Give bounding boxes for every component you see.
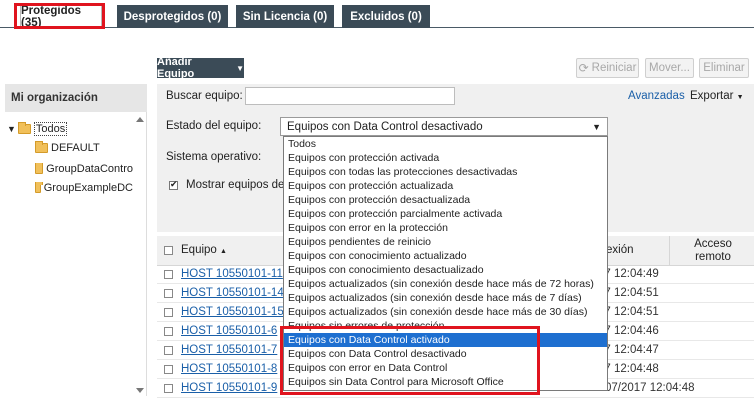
row-checkbox[interactable] [164, 270, 173, 279]
row-checkbox[interactable] [164, 346, 173, 355]
tab-protegidos[interactable]: Protegidos (35) [20, 5, 102, 29]
delete-button[interactable]: Eliminar [699, 58, 749, 78]
dropdown-option[interactable]: Equipos con todas las protecciones desac… [284, 165, 607, 179]
row-checkbox[interactable] [164, 384, 173, 393]
tree-item-default[interactable]: DEFAULT [35, 141, 100, 154]
tab-desprotegidos[interactable]: Desprotegidos (0) [117, 5, 228, 28]
scroll-down-icon[interactable] [136, 388, 144, 393]
dropdown-option[interactable]: Equipos actualizados (sin conexión desde… [284, 305, 607, 319]
tree-item-groupexampledc[interactable]: GroupExampleDC [35, 182, 133, 194]
tree-item-groupdatacontrol[interactable]: GroupDataContro [35, 163, 133, 175]
dropdown-option[interactable]: Equipos con protección parcialmente acti… [284, 207, 607, 221]
column-equipo[interactable]: Equipo ▲ [181, 244, 227, 256]
dropdown-option[interactable]: Equipos con protección actualizada [284, 179, 607, 193]
tree-item-label[interactable]: DEFAULT [51, 142, 100, 154]
row-host-link[interactable]: HOST 10550101-14 [181, 287, 284, 299]
row-checkbox[interactable] [164, 289, 173, 298]
dropdown-option[interactable]: Equipos sin errores de protección [284, 319, 607, 333]
row-host-link[interactable]: HOST 10550101-11 [181, 268, 283, 280]
organization-tree [5, 112, 147, 396]
column-divider [669, 236, 670, 266]
os-label: Sistema operativo: [166, 151, 262, 163]
dropdown-option[interactable]: Equipos con Data Control desactivado [284, 347, 607, 361]
tab-excluidos[interactable]: Excluidos (0) [342, 5, 430, 28]
dropdown-option-highlighted[interactable]: Equipos con Data Control activado [284, 333, 607, 347]
collapse-triangle-icon[interactable]: ▼ [7, 124, 16, 134]
row-host-link[interactable]: HOST 10550101-15 [181, 306, 284, 318]
select-all-checkbox[interactable] [164, 246, 173, 255]
tab-sin-licencia[interactable]: Sin Licencia (0) [236, 5, 334, 28]
dropdown-option[interactable]: Equipos con conocimiento desactualizado [284, 263, 607, 277]
row-checkbox[interactable] [164, 308, 173, 317]
state-label: Estado del equipo: [166, 120, 262, 132]
dropdown-option[interactable]: Equipos con error en Data Control [284, 361, 607, 375]
row-host-link[interactable]: HOST 10550101-8 [181, 363, 277, 375]
dropdown-option[interactable]: Todos [284, 137, 607, 151]
tree-root-label[interactable]: Todos [33, 122, 68, 136]
organization-header: Mi organización [5, 84, 147, 112]
caret-down-icon: ▼ [736, 94, 744, 101]
column-acceso-line2: remoto [695, 251, 731, 263]
caret-down-icon: ▼ [236, 63, 244, 73]
export-label: Exportar [690, 90, 734, 102]
state-dropdown-list[interactable]: Todos Equipos con protección activada Eq… [283, 136, 608, 391]
restart-label: Reiniciar [591, 62, 637, 74]
column-equipo-label: Equipo [181, 244, 217, 256]
restart-button[interactable]: ⟳ Reiniciar [576, 58, 639, 78]
tab-bar: Protegidos (35) Desprotegidos (0) Sin Li… [0, 0, 754, 32]
state-select[interactable]: Equipos con Data Control desactivado ▼ [280, 117, 608, 136]
dropdown-option[interactable]: Equipos actualizados (sin conexión desde… [284, 291, 607, 305]
add-computer-label: Añadir Equipo [157, 56, 195, 80]
dropdown-option[interactable]: Equipos actualizados (sin conexión desde… [284, 277, 607, 291]
dropdown-option[interactable]: Equipos con protección desactualizada [284, 193, 607, 207]
checkmark-icon: ✔ [170, 179, 178, 189]
column-conexion[interactable]: exión [606, 244, 634, 256]
search-label: Buscar equipo: [166, 90, 243, 102]
advanced-search-link[interactable]: Avanzadas [628, 90, 685, 102]
dropdown-option[interactable]: Equipos con conocimiento actualizado [284, 249, 607, 263]
export-menu[interactable]: Exportar ▼ [690, 90, 744, 102]
show-computers-label: Mostrar equipos de [186, 179, 285, 191]
row-checkbox[interactable] [164, 327, 173, 336]
refresh-icon: ⟳ [578, 61, 589, 75]
dropdown-option[interactable]: Equipos sin Data Control para Microsoft … [284, 375, 607, 389]
state-select-value: Equipos con Data Control desactivado [287, 120, 483, 133]
row-host-link[interactable]: HOST 10550101-7 [181, 344, 277, 356]
search-input[interactable] [245, 87, 455, 105]
sort-asc-icon: ▲ [220, 248, 227, 255]
column-acceso-line1: Acceso [694, 238, 732, 250]
dropdown-option[interactable]: Equipos con protección activada [284, 151, 607, 165]
select-arrow-icon: ▼ [592, 121, 601, 132]
row-checkbox[interactable] [164, 365, 173, 374]
folder-icon [35, 182, 43, 193]
move-button[interactable]: Mover... [645, 58, 694, 78]
tree-item-label[interactable]: GroupDataContro [46, 163, 133, 175]
column-acceso-remoto[interactable]: Acceso remoto [678, 238, 748, 264]
scroll-up-icon[interactable] [136, 117, 144, 122]
add-computer-button[interactable]: Añadir Equipo ▼ [157, 56, 244, 80]
row-host-link[interactable]: HOST 10550101-9 [181, 382, 277, 394]
row-host-link[interactable]: HOST 10550101-6 [181, 325, 277, 337]
folder-icon [35, 163, 44, 174]
tree-item-label[interactable]: GroupExampleDC [44, 182, 133, 194]
dropdown-option[interactable]: Equipos pendientes de reinicio [284, 235, 607, 249]
folder-icon [35, 141, 48, 153]
show-computers-checkbox[interactable]: ✔ [169, 179, 178, 190]
dropdown-option[interactable]: Equipos con error en la protección [284, 221, 607, 235]
tree-root-todos[interactable]: ▼ Todos [7, 122, 68, 136]
tree-scrollbar[interactable] [134, 114, 146, 396]
folder-icon [17, 122, 31, 134]
